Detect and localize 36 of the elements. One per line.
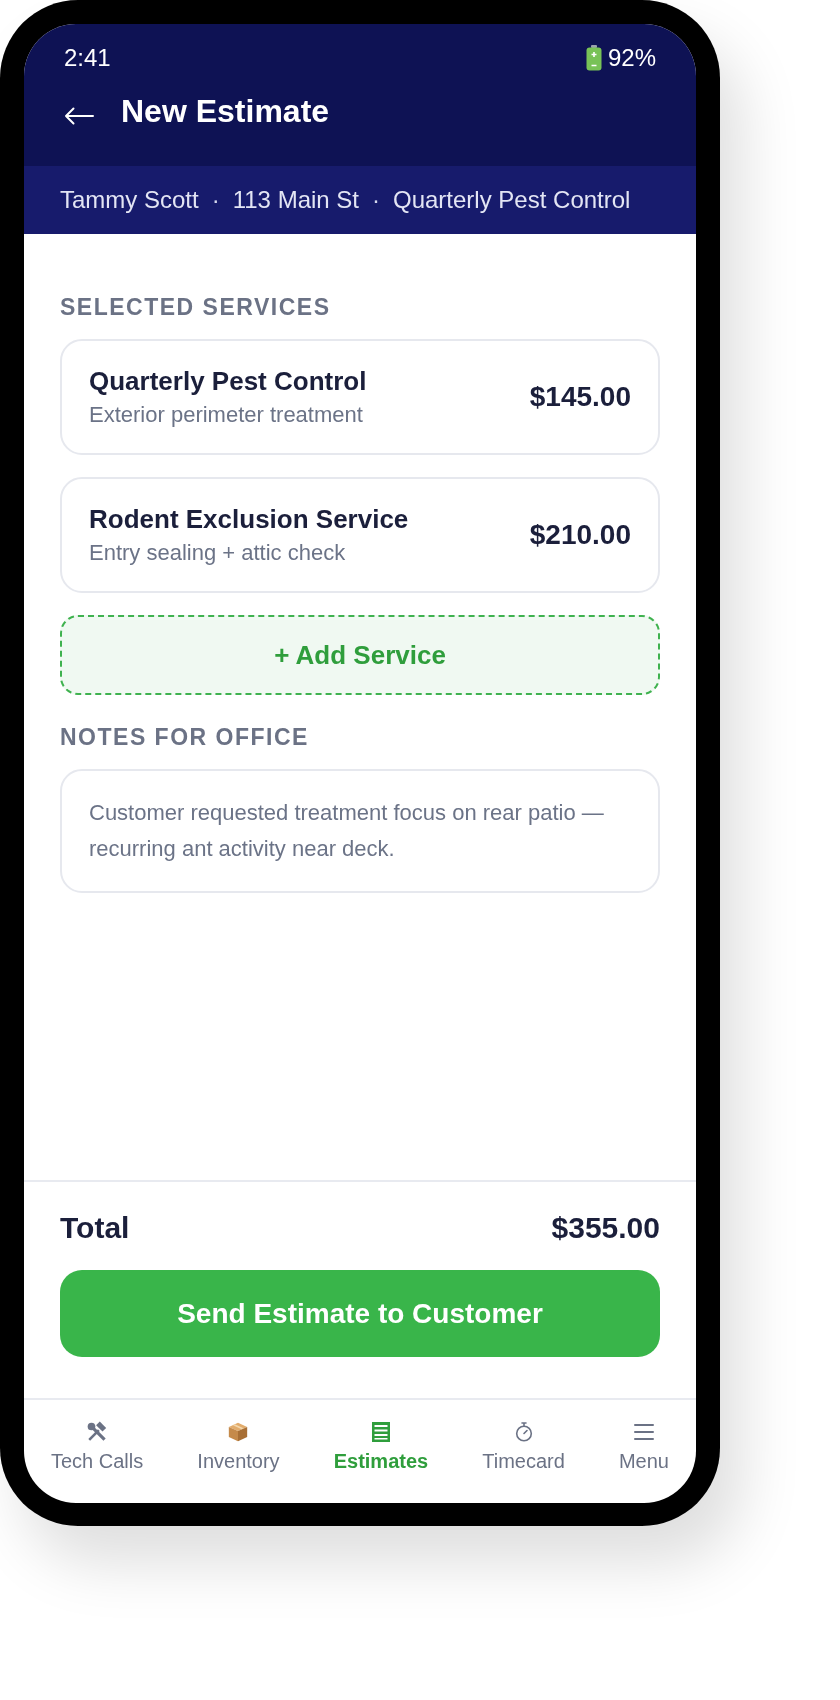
- section-heading: NOTES FOR OFFICE: [60, 725, 310, 749]
- back-arrow-icon: [64, 107, 94, 125]
- service-name: Rodent Exclusion Service: [89, 503, 409, 535]
- screen-title: New Estimate: [121, 92, 330, 130]
- list-icon: [370, 1421, 391, 1443]
- stopwatch-icon: [514, 1422, 533, 1442]
- service-price: $210.00: [529, 518, 631, 552]
- add-service-button[interactable]: + Add Service: [60, 615, 660, 695]
- job-detail: Quarterly Pest Control: [393, 185, 631, 215]
- nav-tab[interactable]: Menu: [618, 1420, 669, 1473]
- total-amount: $355.00: [551, 1210, 660, 1246]
- nav-tab[interactable]: Timecard: [482, 1420, 565, 1473]
- service-description: Entry sealing + attic check: [89, 539, 347, 567]
- service-description: Exterior perimeter treatment: [89, 401, 364, 429]
- separator-dot: ·: [211, 185, 220, 215]
- notes-field[interactable]: Customer requested treatment focus on rear patio — recurring ant activity near deck.: [60, 769, 660, 893]
- service-name: Quarterly Pest Control: [89, 365, 367, 397]
- total-label: Total: [60, 1210, 130, 1246]
- send-estimate-button[interactable]: Send Estimate to Customer: [60, 1270, 660, 1357]
- nav-tab[interactable]: Tech Calls: [51, 1420, 144, 1473]
- back-button[interactable]: [64, 107, 94, 125]
- battery-icon: [585, 45, 602, 71]
- separator-dot: ·: [372, 185, 380, 215]
- service-price: $145.00: [529, 380, 631, 414]
- service-card[interactable]: Quarterly Pest Control Exterior perimeter treatment $145.00: [60, 339, 660, 455]
- nav-tab[interactable]: Inventory: [197, 1420, 280, 1473]
- section-heading: SELECTED SERVICES: [60, 295, 332, 319]
- job-detail: Tammy Scott: [60, 185, 199, 215]
- nav-tab[interactable]: Estimates: [333, 1420, 429, 1473]
- tools-icon: [86, 1421, 109, 1443]
- menu-icon: [632, 1422, 655, 1442]
- status-time: 2:41: [64, 44, 111, 72]
- package-icon: [227, 1421, 250, 1443]
- job-detail: 113 Main St: [232, 185, 359, 215]
- service-card[interactable]: Rodent Exclusion Service Entry sealing + attic check $210.00: [60, 477, 660, 593]
- battery-level: 92%: [607, 44, 656, 72]
